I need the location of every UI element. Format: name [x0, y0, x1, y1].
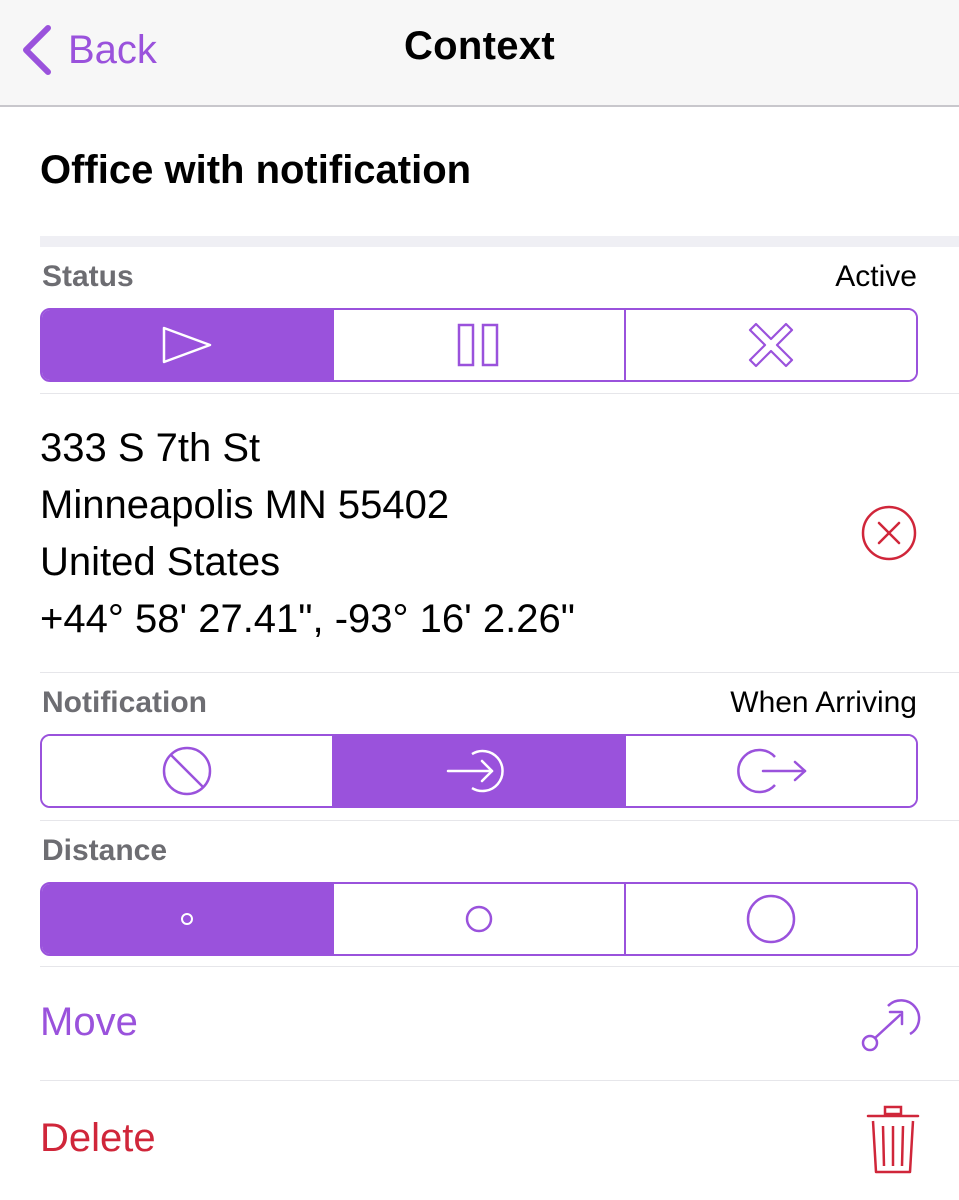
- address-city: Minneapolis MN 55402: [40, 483, 450, 527]
- no-notification-icon: [162, 746, 212, 796]
- section-divider: [40, 236, 959, 247]
- delete-button[interactable]: Delete: [40, 1116, 156, 1161]
- notification-none-segment[interactable]: [42, 736, 332, 806]
- status-dropped-segment[interactable]: [624, 310, 916, 380]
- status-label: Status: [42, 260, 134, 293]
- location-address: 333 S 7th St Minneapolis MN 55402 United…: [40, 420, 575, 648]
- move-button[interactable]: Move: [40, 1000, 138, 1045]
- notification-segmented-control: [40, 734, 918, 808]
- notification-label: Notification: [42, 686, 207, 719]
- address-coordinates: +44° 58' 27.41", -93° 16' 2.26": [40, 597, 575, 641]
- divider: [40, 966, 959, 967]
- context-name: Office with notification: [40, 148, 472, 192]
- notification-leaving-segment[interactable]: [624, 736, 916, 806]
- divider: [40, 1080, 959, 1081]
- clear-location-button[interactable]: [860, 504, 918, 562]
- distance-segmented-control: [40, 882, 918, 956]
- large-radius-icon: [746, 894, 796, 944]
- distance-medium-segment[interactable]: [332, 884, 624, 954]
- status-active-segment[interactable]: [42, 310, 332, 380]
- distance-large-segment[interactable]: [624, 884, 916, 954]
- divider: [40, 393, 959, 394]
- circle-x-icon: [861, 505, 917, 561]
- address-country: United States: [40, 540, 281, 584]
- arriving-icon: [446, 749, 504, 793]
- play-icon: [162, 326, 212, 364]
- x-cross-icon: [748, 322, 794, 368]
- trash-icon: [866, 1105, 920, 1174]
- distance-label: Distance: [42, 834, 168, 867]
- small-radius-icon: [181, 913, 193, 925]
- pause-icon: [457, 323, 499, 367]
- move-pin-button[interactable]: [858, 998, 922, 1054]
- notification-arriving-segment[interactable]: [332, 736, 624, 806]
- distance-small-segment[interactable]: [42, 884, 332, 954]
- page-title: Context: [404, 24, 555, 68]
- divider: [40, 820, 959, 821]
- medium-radius-icon: [465, 905, 493, 933]
- status-paused-segment[interactable]: [332, 310, 624, 380]
- trash-button[interactable]: [866, 1104, 920, 1176]
- address-street: 333 S 7th St: [40, 426, 261, 470]
- divider: [40, 672, 959, 673]
- move-pin-icon: [861, 999, 921, 1052]
- leaving-icon: [737, 748, 807, 794]
- navigation-bar: Back Context: [0, 0, 959, 107]
- notification-value: When Arriving: [730, 686, 917, 719]
- status-segmented-control: [40, 308, 918, 382]
- status-value: Active: [835, 260, 917, 293]
